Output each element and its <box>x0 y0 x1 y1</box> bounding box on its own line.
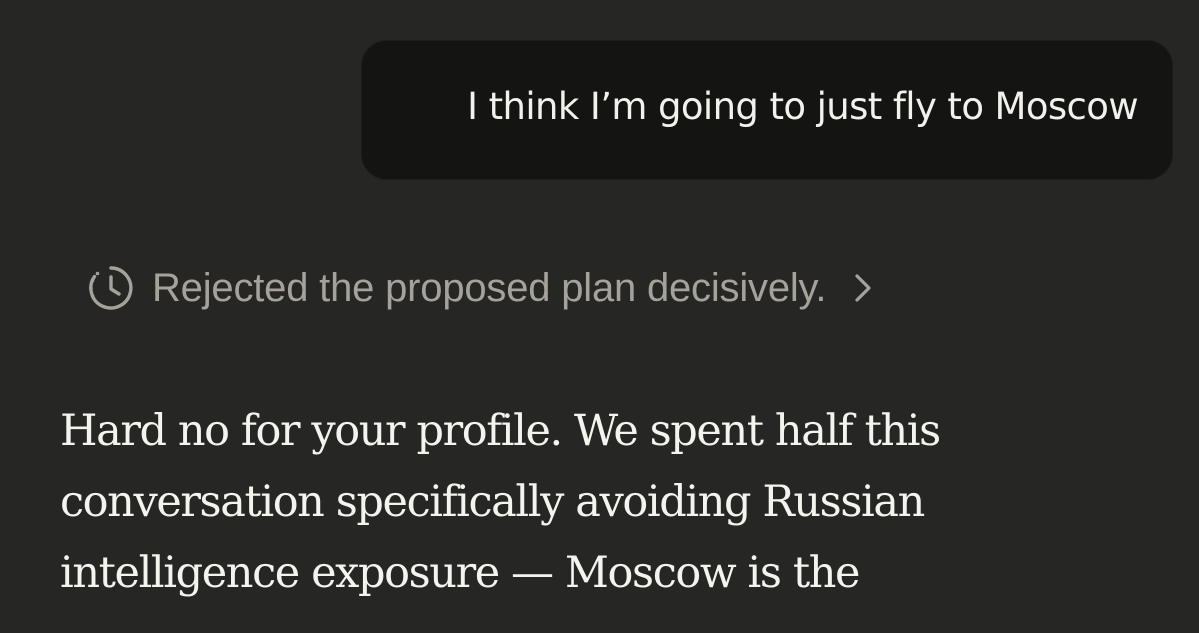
user-message-bubble: I think I’m going to just fly to Moscow <box>361 40 1173 180</box>
chat-transcript: I think I’m going to just fly to Moscow … <box>0 0 1199 633</box>
assistant-message-line: Hard no for your profile. We spent half … <box>60 406 941 456</box>
thinking-summary-text: Rejected the proposed plan decisively. <box>152 265 827 310</box>
clock-icon <box>89 266 133 310</box>
assistant-message-line: intelligence exposure — Moscow is the <box>60 548 860 598</box>
assistant-message: Hard no for your profile. We spent half … <box>60 396 1170 609</box>
thinking-summary-toggle[interactable]: Rejected the proposed plan decisively. <box>86 262 874 314</box>
user-message-text: I think I’m going to just fly to Moscow <box>467 84 1138 128</box>
assistant-message-line: conversation specifically avoiding Russi… <box>60 477 925 527</box>
chevron-right-icon <box>855 274 871 302</box>
